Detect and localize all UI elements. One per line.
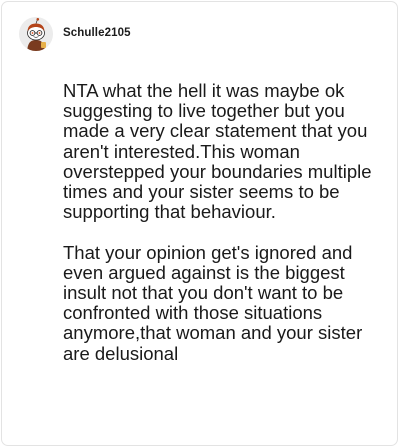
avatar-illustration [19, 17, 53, 51]
username[interactable]: Schulle2105 [63, 27, 131, 39]
comment-body: NTA what the hell it was maybe ok sugges… [63, 80, 383, 364]
snoo-avatar-icon[interactable] [19, 17, 53, 51]
comment-paragraph: NTA what the hell it was maybe ok sugges… [63, 80, 372, 223]
comment-paragraph: That your opinion get's ignored and even… [63, 241, 363, 364]
comment-card: Schulle2105 NTA what the hell it was may… [1, 1, 398, 446]
